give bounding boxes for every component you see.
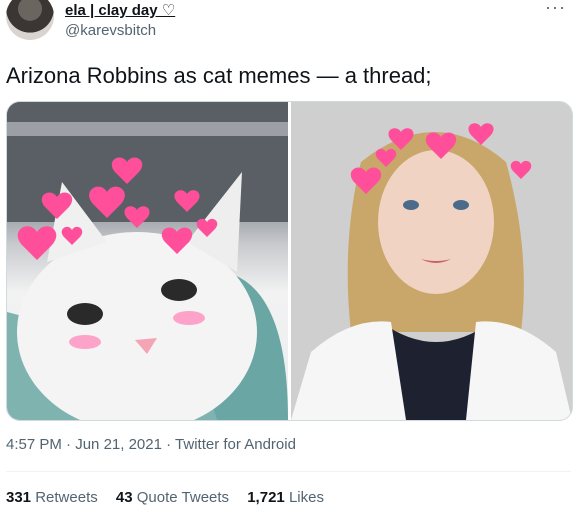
quote-tweets-label: Quote Tweets xyxy=(136,489,230,506)
retweets-stat[interactable]: 331 Retweets xyxy=(6,489,98,506)
tweet: ela | clay day ♡ @karevsbitch ··· Arizon… xyxy=(0,0,576,519)
user-handle[interactable]: @karevsbitch xyxy=(65,22,156,39)
media-grid xyxy=(6,101,573,421)
tweet-source[interactable]: Twitter for Android xyxy=(175,436,296,453)
meta-separator: · xyxy=(61,436,76,453)
tweet-stats: 331 Retweets 43 Quote Tweets 1,721 Likes xyxy=(6,489,338,506)
woman-photo-illustration xyxy=(291,102,572,420)
retweets-label: Retweets xyxy=(35,489,98,506)
meta-separator: · xyxy=(161,436,176,453)
tweet-meta: 4:57 PM · Jun 21, 2021 · Twitter for And… xyxy=(6,436,296,453)
avatar[interactable] xyxy=(6,0,54,40)
tweet-date[interactable]: Jun 21, 2021 xyxy=(75,436,162,453)
retweets-count: 331 xyxy=(6,489,32,506)
display-name[interactable]: ela | clay day ♡ xyxy=(65,1,175,19)
woman-photo[interactable] xyxy=(291,102,572,420)
quote-tweets-count: 43 xyxy=(115,489,133,506)
more-options-icon[interactable]: ··· xyxy=(545,0,566,16)
divider xyxy=(6,471,571,472)
tweet-time[interactable]: 4:57 PM xyxy=(6,436,62,453)
cat-photo-illustration xyxy=(7,102,288,420)
tweet-text: Arizona Robbins as cat memes — a thread; xyxy=(6,63,432,88)
likes-stat[interactable]: 1,721 Likes xyxy=(247,489,324,506)
cat-photo[interactable] xyxy=(7,102,288,420)
likes-count: 1,721 xyxy=(247,489,285,506)
quote-tweets-stat[interactable]: 43 Quote Tweets xyxy=(116,489,229,506)
likes-label: Likes xyxy=(288,489,324,506)
